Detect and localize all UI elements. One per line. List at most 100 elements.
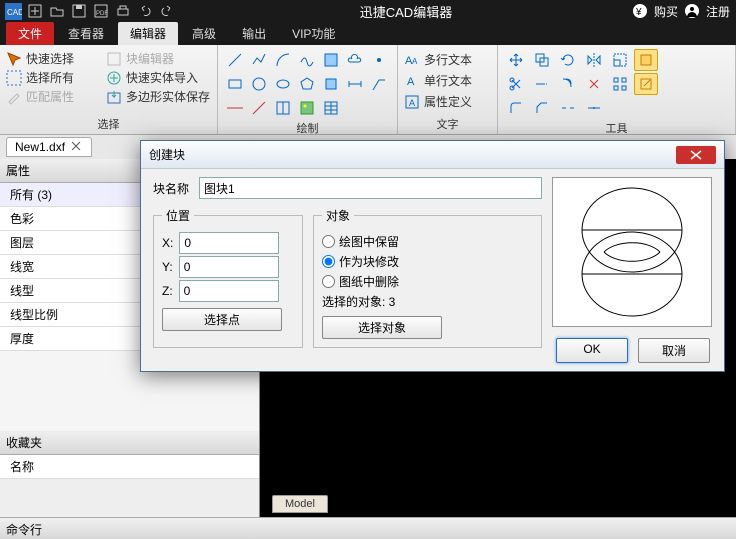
redo-icon[interactable] (158, 2, 176, 20)
tab-vip[interactable]: VIP功能 (280, 22, 347, 45)
z-input[interactable] (179, 280, 279, 302)
quick-select-button[interactable]: 快速选择 (6, 49, 106, 68)
poly-entity-export-button[interactable]: 多边形实体保存 (106, 87, 211, 106)
keep-radio[interactable] (322, 235, 335, 248)
chamfer-icon[interactable] (530, 97, 554, 119)
cancel-button[interactable]: 取消 (638, 338, 710, 363)
table-icon[interactable] (320, 97, 342, 119)
move-icon[interactable] (504, 49, 528, 71)
ok-button[interactable]: OK (556, 338, 628, 363)
tab-advanced[interactable]: 高级 (180, 22, 228, 45)
quick-entity-import-button[interactable]: 快速实体导入 (106, 68, 211, 87)
tab-file[interactable]: 文件 (6, 22, 54, 45)
ribbon-group-tools: 工具 (498, 45, 736, 134)
user-icon[interactable] (684, 3, 700, 19)
explode-icon[interactable] (582, 73, 606, 95)
attr-def-button[interactable]: A属性定义 (404, 91, 491, 112)
titlebar: CAD PDF 迅捷CAD编辑器 ¥ 购买 注册 (0, 0, 736, 22)
copy-icon[interactable] (530, 49, 554, 71)
select-all-button[interactable]: 选择所有 (6, 68, 106, 87)
x-input[interactable] (179, 232, 279, 254)
document-tab[interactable]: New1.dxf (6, 137, 92, 157)
cloud-icon[interactable] (344, 49, 366, 71)
rotate-icon[interactable] (556, 49, 580, 71)
create-block-icon[interactable] (634, 49, 658, 71)
multi-text-button[interactable]: AA多行文本 (404, 49, 491, 70)
single-text-button[interactable]: A单行文本 (404, 70, 491, 91)
group-label-text: 文字 (404, 115, 491, 132)
currency-icon[interactable]: ¥ (632, 3, 648, 19)
open-icon[interactable] (48, 2, 66, 20)
edit-block-icon[interactable] (634, 73, 658, 95)
viewport-icon[interactable] (272, 97, 294, 119)
spline-icon[interactable] (296, 49, 318, 71)
block-name-input[interactable] (199, 177, 542, 199)
break-icon[interactable] (556, 97, 580, 119)
leader-icon[interactable] (368, 73, 390, 95)
trim-icon[interactable] (504, 73, 528, 95)
register-label[interactable]: 注册 (706, 3, 730, 20)
mirror-icon[interactable] (582, 49, 606, 71)
match-props-icon (6, 89, 22, 105)
favorites-name[interactable]: 名称 (0, 455, 259, 479)
new-icon[interactable] (26, 2, 44, 20)
ribbon: 快速选择 选择所有 匹配属性 块编辑器 快速实体导入 多边形实体保存 选择 (0, 45, 736, 135)
group-label-select: 选择 (6, 115, 211, 132)
pick-point-button[interactable]: 选择点 (162, 308, 282, 331)
extend-icon[interactable] (530, 73, 554, 95)
ribbon-group-select: 快速选择 选择所有 匹配属性 块编辑器 快速实体导入 多边形实体保存 选择 (0, 45, 218, 134)
buy-label[interactable]: 购买 (654, 3, 678, 20)
save-pdf-icon[interactable]: PDF (92, 2, 110, 20)
x-label: X: (162, 236, 173, 250)
hatch-icon[interactable] (320, 49, 342, 71)
join-icon[interactable] (582, 97, 606, 119)
array-icon[interactable] (608, 73, 632, 95)
app-title: 迅捷CAD编辑器 (180, 2, 632, 21)
fillet-icon[interactable] (504, 97, 528, 119)
dialog-titlebar[interactable]: 创建块 (141, 141, 724, 169)
polyline-icon[interactable] (248, 49, 270, 71)
delete-label: 图纸中删除 (339, 273, 399, 290)
polygon-icon[interactable] (296, 73, 318, 95)
tab-viewer[interactable]: 查看器 (56, 22, 116, 45)
quick-access-toolbar: CAD PDF (0, 2, 180, 20)
dialog-close-button[interactable] (676, 146, 716, 164)
dimension-icon[interactable] (344, 73, 366, 95)
save-icon[interactable] (70, 2, 88, 20)
offset-icon[interactable] (556, 73, 580, 95)
model-tab[interactable]: Model (272, 495, 328, 513)
point-icon[interactable] (368, 49, 390, 71)
ellipse-icon[interactable] (272, 73, 294, 95)
tab-editor[interactable]: 编辑器 (118, 22, 178, 45)
tab-output[interactable]: 输出 (230, 22, 278, 45)
svg-text:¥: ¥ (635, 7, 642, 18)
block-icon[interactable] (320, 73, 342, 95)
image-icon[interactable] (296, 97, 318, 119)
convert-label: 作为块修改 (339, 253, 399, 270)
single-text-label: 单行文本 (424, 72, 472, 89)
mtext-icon: AA (404, 52, 420, 68)
undo-icon[interactable] (136, 2, 154, 20)
arc-icon[interactable] (272, 49, 294, 71)
y-input[interactable] (179, 256, 279, 278)
block-editor-label: 块编辑器 (126, 50, 174, 67)
svg-text:A: A (409, 98, 415, 108)
print-icon[interactable] (114, 2, 132, 20)
poly-entity-export-label: 多边形实体保存 (126, 88, 210, 105)
delete-radio[interactable] (322, 275, 335, 288)
svg-text:PDF: PDF (96, 11, 108, 17)
match-props-label: 匹配属性 (26, 88, 74, 105)
close-icon[interactable] (71, 141, 83, 153)
ray-icon[interactable] (248, 97, 270, 119)
select-objects-button[interactable]: 选择对象 (322, 316, 442, 339)
rect-icon[interactable] (224, 73, 246, 95)
text-icon: A (404, 73, 420, 89)
circle-icon[interactable] (248, 73, 270, 95)
command-line[interactable]: 命令行 (0, 517, 736, 539)
line-icon[interactable] (224, 49, 246, 71)
convert-radio[interactable] (322, 255, 335, 268)
group-label-draw: 绘制 (224, 119, 391, 136)
xline-icon[interactable] (224, 97, 246, 119)
select-all-label: 选择所有 (26, 69, 74, 86)
scale-icon[interactable] (608, 49, 632, 71)
